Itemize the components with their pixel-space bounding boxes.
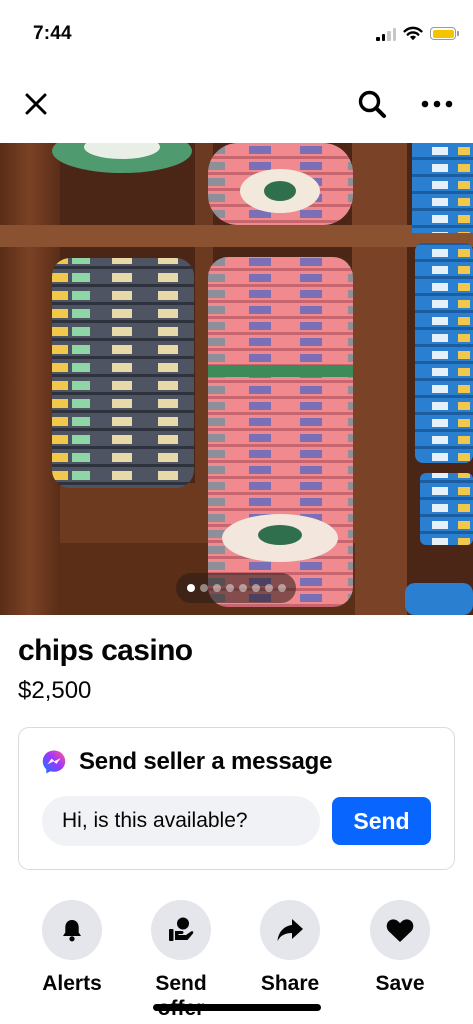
message-seller-card: Send seller a message Hi, is this availa…: [18, 727, 455, 870]
send-offer-label: Send offer: [155, 972, 207, 1020]
share-icon-circle[interactable]: [260, 900, 320, 960]
save-label: Save: [375, 972, 425, 995]
share-icon: [277, 919, 303, 941]
send-button[interactable]: Send: [332, 797, 431, 845]
cellular-signal-icon: [376, 27, 396, 41]
save-icon-circle[interactable]: [370, 900, 430, 960]
alerts-icon-circle[interactable]: [42, 900, 102, 960]
close-icon: [25, 93, 47, 115]
listing-screen: 7:44 chips casino $2,500 Send seller a m…: [0, 0, 473, 1024]
status-bar: 7:44: [0, 0, 473, 64]
status-time: 7:44: [33, 23, 72, 44]
messenger-icon: [42, 750, 66, 774]
alerts-button[interactable]: Alerts: [22, 900, 122, 996]
pagination-dot[interactable]: [238, 584, 247, 592]
pagination-dot[interactable]: [199, 584, 208, 592]
listing-price: $2,500: [18, 677, 92, 704]
share-label: Share: [260, 972, 320, 995]
save-button[interactable]: Save: [350, 900, 450, 996]
listing-photo[interactable]: [0, 143, 473, 615]
pagination-dot[interactable]: [186, 584, 195, 592]
poker-chips-image: [0, 143, 473, 615]
listing-actions: Alerts Send offer Share: [0, 900, 473, 1020]
pagination-dot[interactable]: [251, 584, 260, 592]
alerts-label: Alerts: [42, 972, 102, 995]
battery-icon: [430, 27, 459, 40]
more-button[interactable]: [417, 84, 457, 124]
message-card-header: Send seller a message: [41, 748, 332, 776]
home-indicator[interactable]: [153, 1004, 321, 1011]
battery-level: [432, 29, 454, 38]
listing-title: chips casino: [18, 634, 193, 667]
bell-icon: [63, 920, 81, 942]
pagination-dot[interactable]: [212, 584, 221, 592]
more-icon: [421, 100, 453, 108]
search-button[interactable]: [352, 84, 392, 124]
top-nav: [0, 84, 473, 124]
pagination-dot[interactable]: [225, 584, 234, 592]
search-icon: [358, 90, 386, 118]
pagination-dot[interactable]: [264, 584, 273, 592]
pagination-dot[interactable]: [277, 584, 286, 592]
status-icons: [376, 26, 459, 41]
message-input[interactable]: Hi, is this available?: [42, 796, 320, 846]
offer-icon: [169, 917, 194, 941]
close-button[interactable]: [16, 84, 56, 124]
share-button[interactable]: Share: [240, 900, 340, 996]
offer-icon-circle[interactable]: [151, 900, 211, 960]
wifi-icon: [403, 26, 423, 41]
message-card-title: Send seller a message: [79, 748, 333, 775]
send-offer-button[interactable]: Send offer: [131, 900, 231, 1021]
heart-icon: [386, 919, 414, 942]
image-pagination[interactable]: [176, 573, 296, 603]
